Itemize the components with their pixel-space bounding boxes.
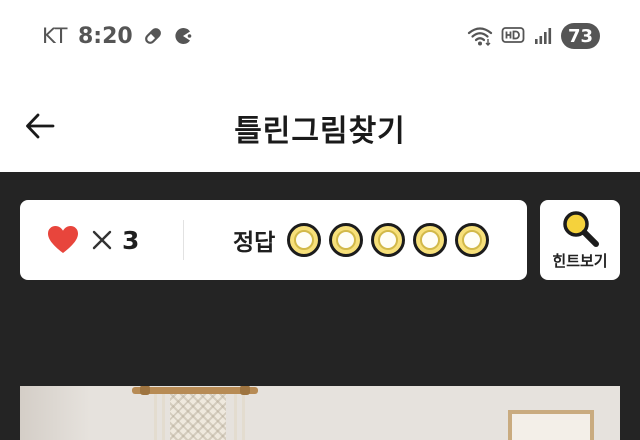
answer-slot-icon: [287, 223, 322, 257]
answers-indicator: 정답: [233, 220, 490, 260]
hd-icon: [501, 26, 525, 46]
magnifier-icon: [560, 208, 600, 248]
answer-slot-icon: [329, 223, 364, 257]
battery-icon: 73: [560, 23, 600, 49]
clock: 8:20: [77, 23, 133, 49]
puzzle-image-strand: [154, 394, 157, 440]
status-bar-right: 73: [467, 22, 600, 50]
hint-label: 힌트보기: [552, 252, 608, 270]
answers-label: 정답: [233, 230, 276, 256]
puzzle-image[interactable]: [20, 386, 620, 440]
answer-slot-icon: [413, 223, 448, 257]
carrier-label: KT: [42, 24, 68, 48]
pacman-icon: [173, 26, 193, 46]
puzzle-image-frame: [508, 410, 594, 440]
status-bar-left: KT 8:20: [42, 22, 193, 50]
pill-icon: [143, 26, 163, 46]
puzzle-image-knot: [240, 386, 250, 395]
answer-slots: [287, 223, 490, 257]
answer-slot-icon: [371, 223, 406, 257]
status-bar: KT 8:20 73: [0, 0, 640, 72]
wifi-icon: [467, 25, 493, 47]
puzzle-image-wall-shadow: [20, 386, 90, 440]
score-card: 3 정답: [20, 200, 527, 280]
puzzle-image-strand: [234, 394, 237, 440]
app-header: 틀린그림찾기: [0, 72, 640, 172]
puzzle-image-rod: [132, 386, 258, 395]
puzzle-image-macrame: [170, 394, 226, 440]
times-icon: [91, 229, 113, 251]
lives-indicator: 3: [47, 222, 139, 258]
page-title: 틀린그림찾기: [234, 114, 406, 149]
answer-slot-icon: [455, 223, 490, 257]
heart-icon: [47, 225, 79, 255]
hint-button[interactable]: 힌트보기: [540, 200, 620, 280]
signal-icon: [533, 26, 553, 46]
puzzle-image-strand: [162, 394, 165, 440]
puzzle-image-knot: [140, 386, 150, 395]
lives-count: 3: [122, 225, 140, 255]
puzzle-image-strand: [242, 394, 245, 440]
game-area: 3 정답 힌트보기: [0, 172, 640, 440]
divider: [183, 220, 184, 260]
